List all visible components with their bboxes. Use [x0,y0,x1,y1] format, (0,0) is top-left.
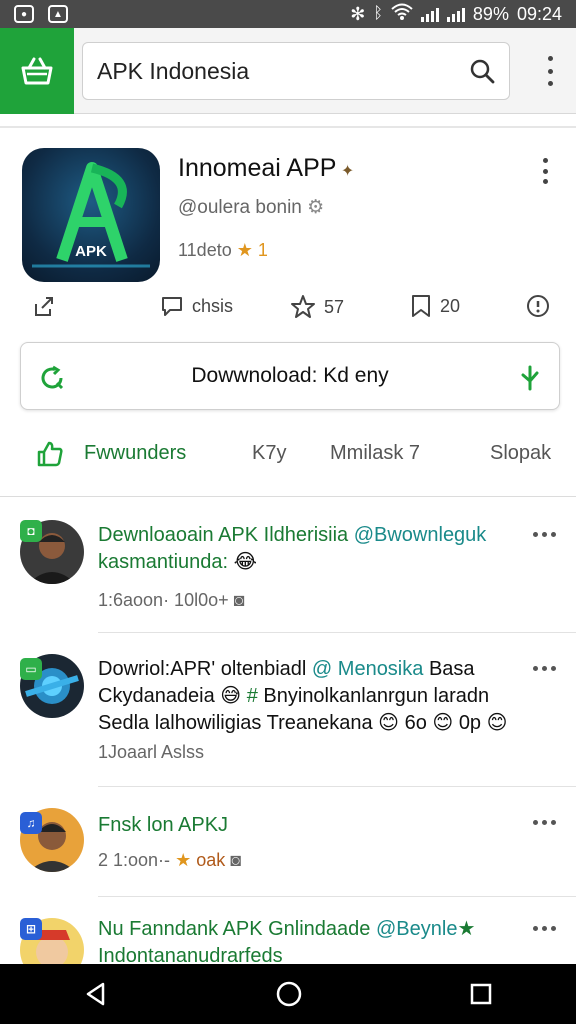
emoji-icon: 😂 [233,551,258,573]
tab-fwwunders[interactable]: Fwwunders [84,442,186,465]
app-badge-icon: ◘ [20,520,42,542]
notification-icon: ● [14,5,34,23]
search-input[interactable]: APK Indonesia [82,42,510,100]
app-stats-row: chsis 57 20 [0,294,576,328]
recents-icon[interactable] [469,982,493,1006]
app-rating: 11deto ★ 1 [178,240,268,260]
divider [0,496,576,497]
post-text: Dowriol:APR' oltenbiadl @ Menosika Basa … [98,658,508,734]
basket-icon [21,57,53,85]
post-overflow-button[interactable] [533,926,556,931]
vibrate-icon: ✻ [350,3,366,24]
back-icon[interactable] [83,981,109,1007]
comments-count: chsis [192,295,234,316]
status-bar: ● ▲ ✻ ᛒ 89% 09:24 [0,0,576,28]
cup-icon: ◙ [233,590,245,610]
comments-stat[interactable]: chsis [160,294,233,318]
bluetooth-icon: ᛒ [373,5,383,22]
app-developer[interactable]: @oulera bonin ⚙ [178,196,324,219]
bookmark-icon [412,295,430,317]
post-overflow-button[interactable] [533,820,556,825]
app-title: Innomeai APP ✦ [178,154,355,182]
post-text: Dewnloaoain APK Ildherisiia @Bwownleguk … [98,524,487,573]
saved-count: 20 [440,295,461,316]
signal-icon [420,6,439,22]
post-overflow-button[interactable] [533,532,556,537]
app-overflow-button[interactable] [540,158,550,184]
tab-mmilask[interactable]: Mmilask 7 [330,442,420,465]
wifi-icon [391,3,413,26]
post-text: Fnsk lon APKJ [98,814,229,836]
tab-slopak[interactable]: Slopak [490,442,551,465]
apk-logo-icon [32,162,150,268]
app-badge-icon: ▭ [20,658,42,680]
battery-level: 89% [472,3,509,24]
list-item[interactable]: ⊞ Nu Fanndank APK Gnlindaade @Beynle★ In… [0,914,576,964]
app-badge-icon: ♫ [20,812,42,834]
home-icon[interactable] [275,980,303,1008]
app-icon[interactable]: APK [22,148,160,282]
tab-bar: Fwwunders K7y Mmilask 7 Slopak [0,436,576,476]
divider [0,126,576,128]
star-icon: ★ [231,240,258,260]
search-icon[interactable] [469,58,495,84]
saved-stat[interactable]: 20 [410,294,460,318]
sparkle-icon [521,365,539,391]
refresh-icon [41,365,64,390]
overflow-menu-button[interactable] [538,56,562,86]
info-button[interactable] [526,294,550,318]
divider [98,632,576,633]
star-outline-icon [291,295,315,318]
image-notification-icon: ▲ [48,5,68,23]
post-meta: 2 1:oon·- ★ oak ◙ [98,850,242,870]
app-badge-icon: ⊞ [20,918,42,940]
cup-icon: ◙ [230,850,242,870]
info-icon [527,295,549,317]
post-meta: 1:6aoon· 10l0o+ ◙ [98,590,245,610]
divider [98,786,576,787]
search-header: APK Indonesia [0,28,576,114]
share-button[interactable] [32,294,56,318]
post-meta: 1Joaarl Aslss [98,742,205,762]
search-query: APK Indonesia [97,57,250,84]
share-icon [35,297,53,316]
system-nav-bar [0,964,576,1024]
stars-count: 57 [324,296,345,317]
store-home-button[interactable] [0,28,74,114]
clock: 09:24 [516,3,562,24]
download-label: Dowwnoload: Kd eny [191,364,389,387]
tab-k7y[interactable]: K7y [252,442,286,465]
app-icon-label: APK [75,243,107,260]
download-button[interactable]: Dowwnoload: Kd eny [20,342,560,410]
post-text: Nu Fanndank APK Gnlindaade @Beynle★ Indo… [98,918,476,964]
thumbs-up-icon [37,441,63,467]
stars-stat[interactable]: 57 [290,294,344,320]
comment-icon [162,297,182,316]
signal-2-icon [446,6,465,22]
post-overflow-button[interactable] [533,666,556,671]
divider [98,896,576,897]
